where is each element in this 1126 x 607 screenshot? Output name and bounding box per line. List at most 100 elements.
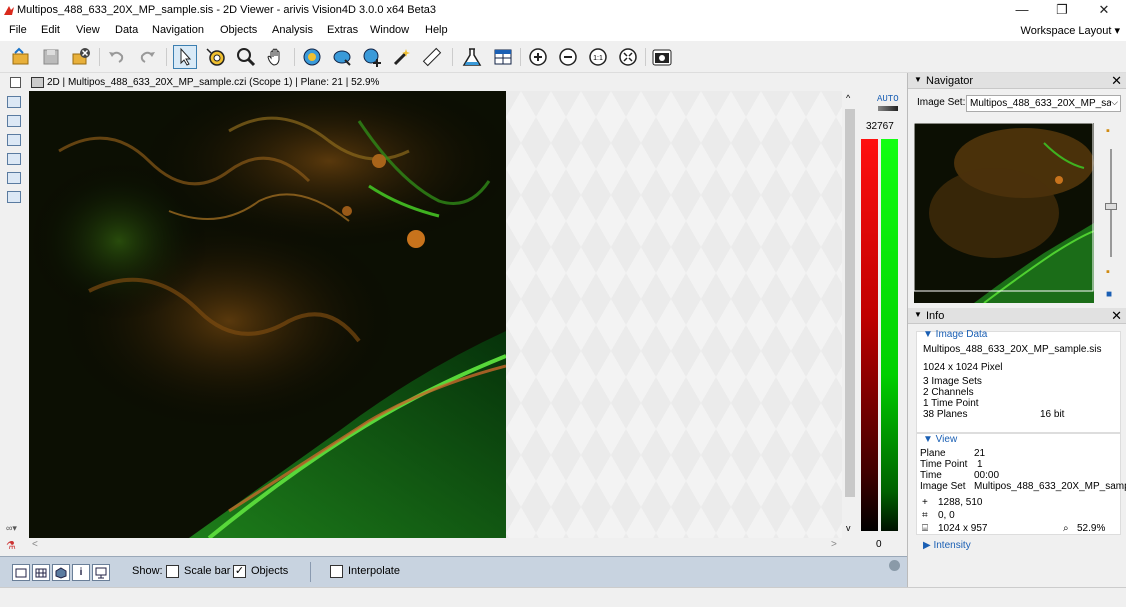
layout-six-icon[interactable] xyxy=(7,172,21,184)
channel-icon[interactable]: ⚗ xyxy=(6,539,16,552)
pixel-size: 1024 x 1024 Pixel xyxy=(923,362,1003,373)
view-size-icon: ⌸ xyxy=(922,523,928,534)
close-file-icon[interactable] xyxy=(69,45,93,69)
layout-single-icon[interactable] xyxy=(7,96,21,108)
zoom-out-navigator-icon[interactable]: ▪ xyxy=(1106,266,1110,278)
interpolate-checkbox[interactable] xyxy=(330,565,343,578)
collapse-arrow-icon[interactable]: ▼ xyxy=(914,310,922,319)
measure-ruler-icon[interactable] xyxy=(420,45,444,69)
scale-bar-checkbox[interactable] xyxy=(166,565,179,578)
time-label: Time xyxy=(920,470,942,481)
view-header[interactable]: ▼ View xyxy=(923,434,957,445)
zoom-one-to-one-icon[interactable]: 1:1 xyxy=(586,45,610,69)
select-pointer-icon[interactable] xyxy=(173,45,197,69)
bottom-separator xyxy=(310,562,311,582)
scroll-left-icon[interactable]: < xyxy=(32,539,38,550)
panel-toggle-icon[interactable] xyxy=(10,77,21,88)
navigator-title: Navigator xyxy=(926,75,974,87)
collapse-arrow-icon[interactable]: ▼ xyxy=(914,75,922,84)
objects-checkbox[interactable]: ✓ xyxy=(233,565,246,578)
zoom-fit-icon[interactable] xyxy=(616,45,640,69)
toolbar-separator xyxy=(99,48,100,66)
workspace-layout-dropdown[interactable]: Workspace Layout ▾ xyxy=(1021,24,1120,37)
menu-extras[interactable]: Extras xyxy=(327,24,358,36)
vertical-scrollbar[interactable]: ^ v xyxy=(843,91,857,538)
close-button[interactable]: ✕ xyxy=(1084,0,1124,21)
undo-icon[interactable] xyxy=(105,45,129,69)
zoom-magnifier-icon: ⌕ xyxy=(1063,523,1069,534)
region-select-icon[interactable] xyxy=(204,45,228,69)
image-set-info-label: Image Set xyxy=(920,481,966,492)
green-channel-lut[interactable] xyxy=(881,139,898,531)
planes-count: 38 Planes xyxy=(923,409,968,420)
layout-horizontal-split-icon[interactable] xyxy=(7,115,21,127)
time-point-label: Time Point xyxy=(920,459,968,470)
image-data-header[interactable]: ▼ Image Data xyxy=(923,329,987,340)
zoom-in-icon[interactable] xyxy=(526,45,550,69)
menu-objects[interactable]: Objects xyxy=(220,24,257,36)
glasses-icon[interactable]: ∞▾ xyxy=(6,523,17,534)
navigator-thumbnail[interactable] xyxy=(914,123,1094,303)
toolbar-separator xyxy=(520,48,521,66)
presentation-icon[interactable] xyxy=(92,564,110,581)
menu-view[interactable]: View xyxy=(76,24,100,36)
image-data-section: ▼ Image Data Multipos_488_633_20X_MP_sam… xyxy=(916,329,1121,433)
red-channel-lut[interactable] xyxy=(861,139,878,531)
magic-wand-icon[interactable] xyxy=(390,45,414,69)
menu-data[interactable]: Data xyxy=(115,24,138,36)
horizontal-scrollbar[interactable]: < > xyxy=(29,538,843,552)
zoom-slider-handle[interactable] xyxy=(1105,203,1117,210)
layout-vertical-split-icon[interactable] xyxy=(7,134,21,146)
scroll-down-icon[interactable]: v xyxy=(846,523,851,533)
intensity-header[interactable]: ▶ Intensity xyxy=(923,540,971,551)
lut-auto-button[interactable]: AUTO xyxy=(877,94,899,104)
image-set-label: Image Set: xyxy=(917,97,966,108)
arivis-app-icon xyxy=(4,6,14,15)
microscopy-image[interactable] xyxy=(29,91,506,538)
magic-wand-seed-icon[interactable] xyxy=(300,45,324,69)
toolbar: 1:1 xyxy=(0,41,1126,73)
redo-icon[interactable] xyxy=(135,45,159,69)
snapshot-camera-icon[interactable] xyxy=(650,45,674,69)
scale-bar-label: Scale bar xyxy=(184,565,231,577)
info-close-icon[interactable]: ✕ xyxy=(1111,308,1122,324)
status-indicator-icon xyxy=(889,560,900,571)
draw-object-icon[interactable] xyxy=(330,45,354,69)
menu-help[interactable]: Help xyxy=(425,24,448,36)
image-canvas xyxy=(29,91,506,538)
analysis-flask-icon[interactable] xyxy=(460,45,484,69)
table-view-icon[interactable] xyxy=(491,45,515,69)
toolbar-separator xyxy=(452,48,453,66)
scroll-up-icon[interactable]: ^ xyxy=(846,93,850,103)
lut-min-value: 0 xyxy=(876,539,882,550)
view-3d-icon[interactable] xyxy=(52,564,70,581)
save-icon[interactable] xyxy=(39,45,63,69)
pan-hand-icon[interactable] xyxy=(264,45,288,69)
menu-analysis[interactable]: Analysis xyxy=(272,24,313,36)
layout-quad-icon[interactable] xyxy=(7,153,21,165)
lut-auto-indicator xyxy=(878,106,898,111)
minimize-button[interactable]: — xyxy=(1002,0,1042,21)
view-2d-icon[interactable] xyxy=(12,564,30,581)
cursor-position: 1288, 510 xyxy=(938,497,983,508)
scroll-right-icon[interactable]: > xyxy=(831,539,837,550)
interpolate-label: Interpolate xyxy=(348,565,400,577)
vertical-scroll-thumb[interactable] xyxy=(845,109,855,497)
zoom-in-navigator-icon[interactable]: ▪ xyxy=(1106,125,1110,137)
camera-view-icon[interactable]: ■ xyxy=(1106,289,1112,300)
layout-nine-icon[interactable] xyxy=(7,191,21,203)
navigator-close-icon[interactable]: ✕ xyxy=(1111,73,1122,89)
menu-file[interactable]: File xyxy=(9,24,27,36)
image-set-dropdown[interactable]: Multipos_488_633_20X_MP_sar ⌵ xyxy=(966,95,1121,112)
menu-window[interactable]: Window xyxy=(370,24,409,36)
view-gallery-icon[interactable] xyxy=(32,564,50,581)
show-label: Show: xyxy=(132,565,163,577)
zoom-out-icon[interactable] xyxy=(556,45,580,69)
zoom-tool-icon[interactable] xyxy=(234,45,258,69)
info-icon[interactable]: i xyxy=(72,564,90,581)
add-object-icon[interactable] xyxy=(360,45,384,69)
menu-edit[interactable]: Edit xyxy=(41,24,60,36)
restore-button[interactable]: ❐ xyxy=(1042,0,1082,21)
open-file-icon[interactable] xyxy=(9,45,33,69)
menu-navigation[interactable]: Navigation xyxy=(152,24,204,36)
